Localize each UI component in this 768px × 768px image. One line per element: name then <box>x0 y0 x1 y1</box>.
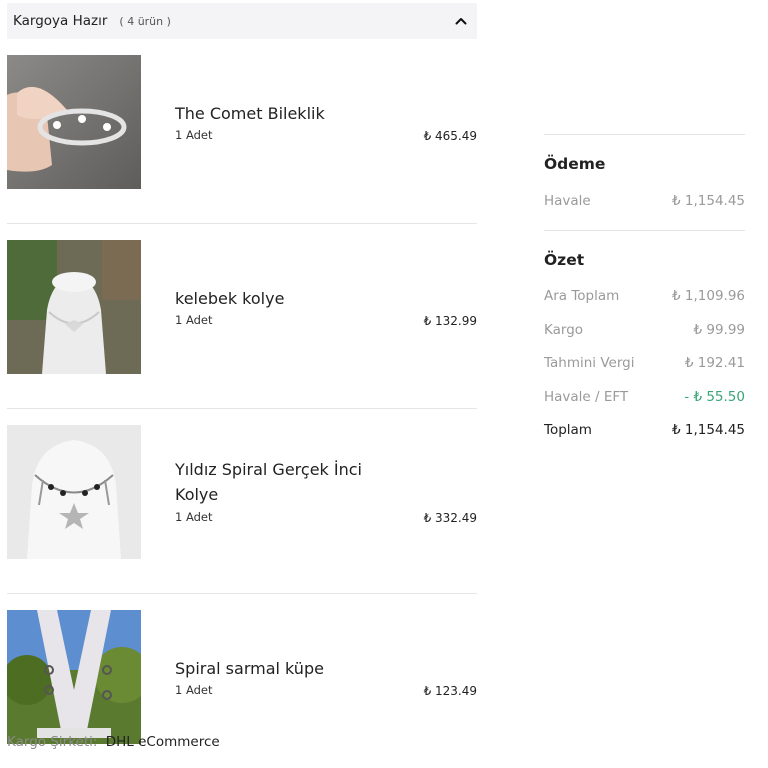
total-label: Toplam <box>544 422 592 439</box>
order-summary-panel: Ödeme Havale ₺ 1,154.45 Özet Ara Toplam … <box>544 134 745 447</box>
carrier-value: DHL eCommerce <box>105 734 220 750</box>
list-item: kelebek kolye 1 Adet ₺ 132.99 <box>7 240 477 409</box>
product-image-bracelet[interactable] <box>7 55 141 189</box>
item-name[interactable]: The Comet Bileklik <box>175 101 395 126</box>
divider <box>544 229 745 231</box>
list-item: Yıldız Spiral Gerçek İnci Kolye 1 Adet ₺… <box>7 425 477 594</box>
shipment-header[interactable]: Kargoya Hazır ( 4 ürün ) <box>7 3 477 39</box>
summary-label: Kargo <box>544 321 584 338</box>
summary-row-subtotal: Ara Toplam ₺ 1,109.96 <box>544 280 745 314</box>
summary-value: ₺ 99.99 <box>693 321 745 338</box>
item-quantity: 1 Adet <box>175 128 213 142</box>
summary-row-shipping: Kargo ₺ 99.99 <box>544 313 745 347</box>
total-value: ₺ 1,154.45 <box>672 422 745 439</box>
summary-value: ₺ 1,109.96 <box>672 288 745 305</box>
shipment-title: Kargoya Hazır <box>13 13 108 29</box>
product-image-butterfly-necklace[interactable] <box>7 240 141 374</box>
shipping-carrier: Kargo Şirketi: DHL eCommerce <box>7 734 220 750</box>
payment-row: Havale ₺ 1,154.45 <box>544 184 745 218</box>
summary-row-total: Toplam ₺ 1,154.45 <box>544 414 745 448</box>
summary-title: Özet <box>544 250 585 269</box>
summary-label: Ara Toplam <box>544 288 620 305</box>
product-image-spiral-earrings[interactable] <box>7 610 141 744</box>
chevron-up-icon[interactable] <box>455 15 467 27</box>
payment-method: Havale <box>544 192 591 209</box>
product-image-star-necklace[interactable] <box>7 425 141 559</box>
list-item: The Comet Bileklik 1 Adet ₺ 465.49 <box>7 55 477 224</box>
item-name[interactable]: kelebek kolye <box>175 286 395 311</box>
summary-value: - ₺ 55.50 <box>684 388 745 405</box>
item-name[interactable]: Spiral sarmal küpe <box>175 656 395 681</box>
payment-title: Ödeme <box>544 155 606 173</box>
summary-label: Havale / EFT <box>544 388 629 405</box>
summary-row-discount: Havale / EFT - ₺ 55.50 <box>544 380 745 414</box>
item-quantity: 1 Adet <box>175 313 213 327</box>
item-price: ₺ 123.49 <box>423 684 477 698</box>
shipment-count: ( 4 ürün ) <box>119 14 171 28</box>
item-price: ₺ 465.49 <box>423 129 477 143</box>
item-quantity: 1 Adet <box>175 510 213 524</box>
summary-label: Tahmini Vergi <box>544 355 635 372</box>
item-name[interactable]: Yıldız Spiral Gerçek İnci Kolye <box>175 457 395 507</box>
item-price: ₺ 132.99 <box>423 314 477 328</box>
summary-value: ₺ 192.41 <box>684 355 745 372</box>
payment-amount: ₺ 1,154.45 <box>672 192 745 209</box>
item-quantity: 1 Adet <box>175 683 213 697</box>
order-items-panel: Kargoya Hazır ( 4 ürün ) The Comet Bilek… <box>7 3 477 768</box>
item-list: The Comet Bileklik 1 Adet ₺ 465.49 keleb… <box>7 55 477 768</box>
item-price: ₺ 332.49 <box>423 511 477 525</box>
carrier-label: Kargo Şirketi: <box>7 734 98 750</box>
divider <box>544 134 745 135</box>
summary-row-tax: Tahmini Vergi ₺ 192.41 <box>544 347 745 381</box>
